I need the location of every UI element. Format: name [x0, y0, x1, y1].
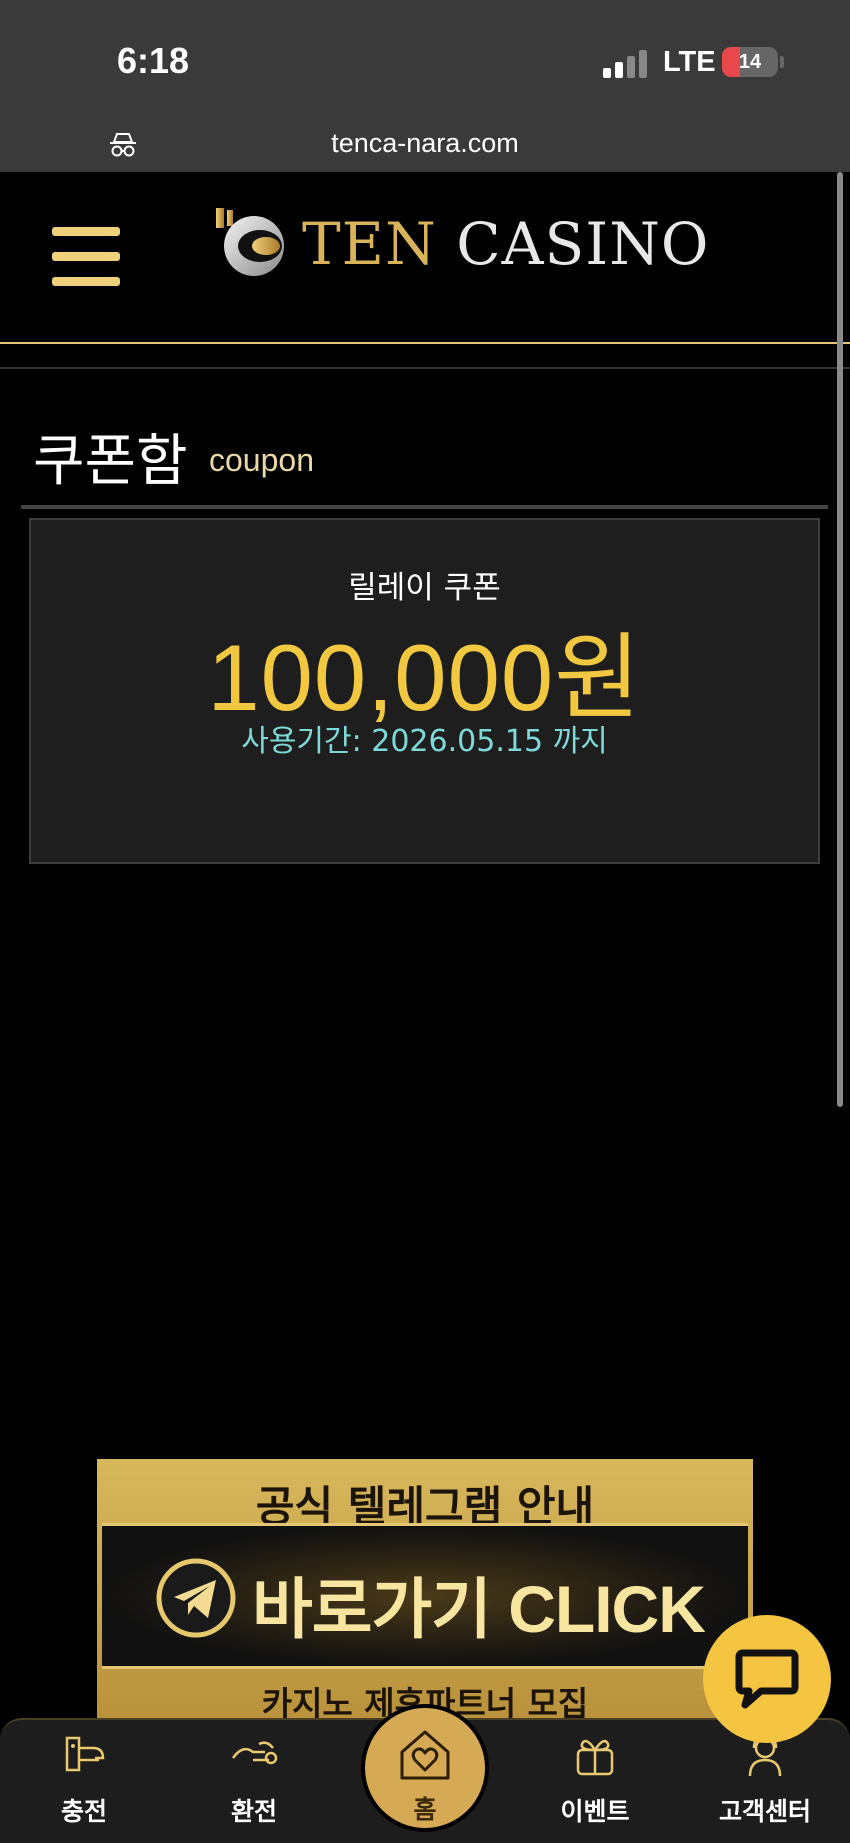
logo-emblem-icon — [216, 208, 284, 276]
address-bar[interactable]: tenca-nara.com — [0, 128, 850, 172]
header-gold-divider — [0, 342, 850, 344]
nav-label-home: 홈 — [413, 1795, 437, 1824]
logo-text: TEN CASINO — [302, 210, 709, 278]
coupon-card[interactable]: 릴레이 쿠폰 100,000원 사용기간: 2026.05.15 까지 — [29, 518, 820, 864]
page-scrollbar[interactable] — [837, 172, 843, 1107]
gift-icon — [576, 1739, 614, 1776]
site-header: TEN CASINO — [0, 172, 850, 369]
page-title: 쿠폰함 — [33, 429, 188, 494]
hamburger-menu-button[interactable] — [52, 227, 120, 287]
nav-item-deposit[interactable]: 충전 — [24, 1720, 144, 1843]
coupon-name: 릴레이 쿠폰 — [348, 570, 501, 606]
home-heart-icon — [400, 1730, 450, 1780]
telegram-icon — [156, 1558, 236, 1638]
nav-label-deposit: 충전 — [60, 1797, 107, 1826]
nav-label-event: 이벤트 — [560, 1797, 630, 1826]
nav-label-withdraw: 환전 — [230, 1797, 277, 1826]
status-time: 6:18 — [117, 40, 190, 81]
battery-icon: 14 — [722, 47, 778, 77]
banner-click-text: 바로가기 CLICK — [252, 1572, 706, 1646]
nav-item-withdraw[interactable]: 환전 — [194, 1720, 314, 1843]
coupon-expiry: 사용기간: 2026.05.15 까지 — [241, 724, 608, 759]
cellular-signal-icon — [603, 50, 649, 78]
banner-link-area[interactable]: 바로가기 CLICK — [102, 1523, 748, 1669]
logo-word-ten: TEN — [302, 210, 437, 278]
logo-word-casino: CASINO — [456, 210, 710, 278]
url-text[interactable]: tenca-nara.com — [0, 128, 850, 159]
nav-label-support: 고객센터 — [718, 1797, 811, 1826]
status-bar: 6:18 LTE 14 — [0, 0, 850, 128]
network-type: LTE — [663, 46, 716, 78]
title-divider — [21, 505, 828, 509]
nav-item-event[interactable]: 이벤트 — [535, 1720, 655, 1843]
site-logo[interactable]: TEN CASINO — [214, 200, 708, 280]
nav-item-home[interactable]: 홈 — [361, 1704, 489, 1832]
battery-level: 14 — [738, 51, 762, 73]
telegram-banner[interactable]: 공식 텔레그램 안내 바로가기 CLICK 카지노 제휴파트너 모집 — [97, 1459, 753, 1725]
battery-cap — [780, 56, 784, 68]
header-gray-divider — [0, 367, 850, 369]
deposit-icon — [65, 1736, 105, 1772]
withdraw-icon — [231, 1741, 278, 1765]
chat-bubble-icon — [735, 1649, 799, 1709]
hamburger-icon — [52, 227, 120, 236]
page-subtitle: coupon — [209, 442, 314, 478]
live-chat-button[interactable] — [703, 1615, 831, 1743]
